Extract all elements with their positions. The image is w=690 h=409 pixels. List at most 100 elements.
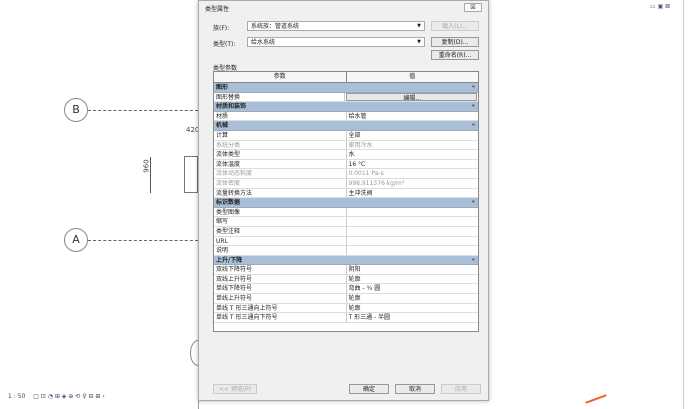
param-name: 流体温度 (214, 159, 347, 169)
param-value[interactable]: 主冲洗阀 (347, 189, 479, 198)
param-value[interactable]: 全部 (347, 131, 479, 140)
group-name: 图形 (216, 84, 229, 91)
param-name: 缩写 (214, 217, 347, 226)
window-controls[interactable]: ▭ ▣ ⊠ (650, 3, 670, 10)
cancel-button[interactable]: 取消 (395, 384, 435, 394)
group-header[interactable]: 材质和装饰 « (214, 102, 478, 112)
group-header[interactable]: 机械 « (214, 121, 478, 131)
table-row: 缩写 (214, 217, 478, 227)
table-row: URL (214, 236, 479, 247)
param-value[interactable]: 弯曲 - ¾ 圆 (347, 284, 479, 293)
grid-bubble-a[interactable]: A (64, 228, 88, 252)
table-row: 系统分类 家用冷水 (214, 140, 478, 151)
family-select[interactable]: 系统族：管道系统 ▼ (247, 21, 425, 31)
param-value[interactable]: 给水管 (347, 112, 479, 121)
collapse-icon[interactable]: « (472, 198, 475, 207)
param-value[interactable] (347, 208, 479, 217)
table-row: 流体密度 998.911376 kg/m³ (214, 178, 478, 189)
view-control-icons[interactable]: □ ⊡ ◔ ⊞ ◈ ⊕ ⟲ ♀ ⊟ ⊞ ‹ (33, 393, 105, 400)
param-value[interactable]: 水 (347, 150, 479, 159)
apply-button[interactable]: 应用 (441, 384, 481, 394)
type-select[interactable]: 给水系统 ▼ (247, 37, 425, 47)
collapse-icon[interactable]: « (472, 121, 475, 130)
param-name: 单线 T 形三通向上符号 (214, 303, 347, 313)
scale-label[interactable]: 1 : 50 (8, 393, 25, 400)
param-name: URL (214, 236, 347, 246)
collapse-icon[interactable]: « (472, 102, 475, 111)
param-name: 系统分类 (214, 140, 347, 150)
table-row: 说明 (214, 246, 478, 256)
collapse-icon[interactable]: « (472, 83, 475, 92)
edit-button[interactable]: 编辑... (345, 92, 477, 102)
param-value[interactable] (347, 227, 479, 236)
param-value[interactable]: T 形三通 - 半圆 (347, 313, 479, 322)
param-value[interactable]: 轮廓 (347, 275, 479, 284)
param-value[interactable] (347, 246, 479, 255)
param-value: 0.0011 Pa-s (348, 170, 384, 178)
dialog-title: 类型属性 (205, 6, 230, 13)
dimension-line (150, 157, 151, 193)
table-row: 流量转换方法 主冲洗阀 (214, 188, 479, 199)
group-name: 机械 (216, 122, 229, 130)
param-name: 流体动态粘度 (214, 169, 347, 178)
table-row: 双线下降符号 阴阳 (214, 265, 478, 275)
param-name: 说明 (214, 246, 347, 255)
view-control-bar[interactable]: 1 : 50 □ ⊡ ◔ ⊞ ◈ ⊕ ⟲ ♀ ⊟ ⊞ ‹ (8, 393, 105, 400)
param-name: 计算 (214, 130, 347, 140)
table-header: 参数 值 (214, 72, 478, 83)
param-name: 流量转换方法 (214, 188, 347, 198)
param-value[interactable]: 阴阳 (347, 265, 479, 274)
table-row: 类型图像 (214, 207, 479, 218)
duplicate-button[interactable]: 复制(D)... (431, 37, 479, 47)
param-value[interactable]: 16 °C (347, 160, 479, 169)
param-name: 双线下降符号 (214, 265, 347, 274)
param-name: 流体密度 (214, 178, 347, 188)
family-label: 族(F): (213, 25, 230, 32)
column-header-value: 值 (409, 73, 416, 80)
group-header[interactable]: 上升/下降 « (214, 255, 478, 266)
param-value[interactable]: 轮廓 (347, 294, 479, 303)
table-row: 双线上升符号 轮廓 (214, 274, 479, 285)
table-row: 类型注释 (214, 226, 479, 237)
collapse-icon[interactable]: « (472, 256, 475, 265)
scrollbar[interactable] (683, 0, 684, 409)
table-row: 单线下降符号 弯曲 - ¾ 圆 (214, 284, 479, 295)
param-name: 图形替换 (214, 92, 345, 102)
close-button[interactable]: ☒ (464, 3, 482, 12)
column-element[interactable] (184, 156, 198, 193)
ok-button[interactable]: 确定 (349, 384, 389, 394)
param-value: 家用冷水 (348, 141, 373, 149)
table-row: 单线 T 形三通向下符号 T 形三通 - 半圆 (214, 313, 478, 323)
param-name: 单线下降符号 (214, 284, 347, 294)
table-row: 计算 全部 (214, 130, 479, 141)
table-row: 流体类型水 (214, 150, 478, 160)
param-name: 单线 T 形三通向下符号 (214, 313, 347, 322)
chevron-down-icon: ▼ (417, 23, 421, 29)
group-name: 材质和装饰 (216, 103, 247, 111)
table-row: 流体动态粘度 0.0011 Pa-s (214, 169, 478, 179)
table-row: 图形替换 编辑... (214, 92, 478, 103)
grid-line-a (88, 240, 198, 241)
grid-line-b (88, 110, 198, 111)
family-value: 系统族：管道系统 (251, 23, 300, 30)
group-header[interactable]: 图形 « (214, 83, 478, 93)
group-header[interactable]: 标识数据 « (214, 198, 478, 208)
param-name: 单线上升符号 (214, 294, 347, 303)
param-name: 双线上升符号 (214, 274, 347, 284)
chevron-down-icon: ▼ (417, 39, 421, 45)
param-value[interactable]: 轮廓 (347, 304, 479, 313)
rename-button[interactable]: 重命名(R)... (431, 50, 479, 60)
preview-button[interactable]: << 预览(P) (213, 384, 257, 394)
type-value: 给水系统 (251, 39, 276, 46)
param-name: 流体类型 (214, 150, 347, 159)
type-parameters-table: 参数 值 图形 «图形替换 编辑... 材质和装饰 «材质 给水管 机械 «计算 全部 系统分类家… (213, 71, 479, 332)
param-value[interactable] (347, 237, 479, 246)
param-name: 类型图像 (214, 207, 347, 217)
param-value: 998.911376 kg/m³ (348, 179, 405, 187)
load-button[interactable]: 载入(L)... (431, 21, 479, 31)
param-name: 类型注释 (214, 226, 347, 236)
column-header-param: 参数 (214, 72, 347, 82)
param-value[interactable] (347, 217, 479, 226)
type-properties-dialog: 类型属性 ☒ 族(F): 系统族：管道系统 ▼ 载入(L)... 类型(T): 给… (198, 0, 489, 401)
grid-bubble-b[interactable]: B (64, 98, 88, 122)
